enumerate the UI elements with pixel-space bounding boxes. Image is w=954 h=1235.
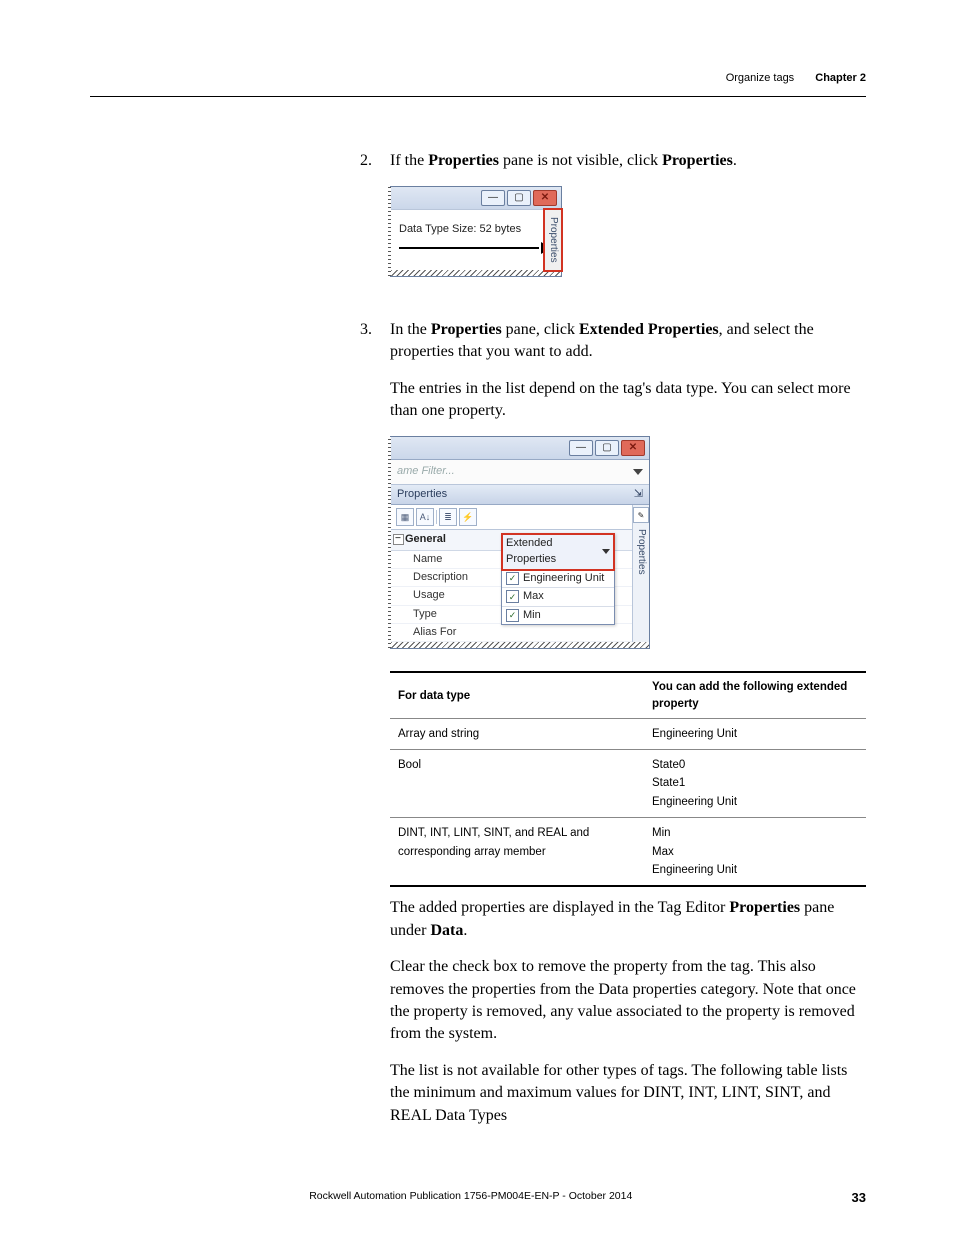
option-label: Max: [523, 589, 544, 604]
properties-panel-header: Properties ⇲: [391, 485, 649, 505]
option-label: Min: [523, 608, 541, 623]
maximize-button[interactable]: ▢: [507, 190, 531, 206]
datatype-table: For data type You can add the following …: [390, 671, 866, 887]
datatype-size-label: Data Type Size: 52 bytes: [399, 223, 521, 235]
window: — ▢ ✕ ame Filter... Properties ⇲: [390, 436, 650, 649]
header-section: Organize tags: [726, 72, 794, 84]
option-label: Engineering Unit: [523, 571, 604, 586]
torn-edge: [391, 270, 561, 276]
lightning-icon[interactable]: ⚡: [459, 508, 477, 526]
step-number: 2.: [348, 150, 372, 305]
properties-body: ▦ A↓ ≣ ⚡ General NameDescriptionUsageLoc…: [391, 505, 649, 642]
properties-tab[interactable]: Properties: [543, 208, 563, 271]
step-2: 2. If the Properties pane is not visible…: [348, 150, 866, 305]
properties-toolbar: ▦ A↓ ≣ ⚡: [391, 505, 632, 530]
close-button[interactable]: ✕: [533, 190, 557, 206]
minimize-button[interactable]: —: [481, 190, 505, 206]
arrow-icon: [399, 242, 553, 254]
table-row: Array and stringEngineering Unit: [390, 718, 866, 749]
figure-properties-pane: — ▢ ✕ ame Filter... Properties ⇲: [390, 436, 866, 649]
header-chapter: Chapter 2: [815, 72, 866, 84]
paragraph: The added properties are displayed in th…: [390, 897, 866, 942]
cell-extprop: State0State1Engineering Unit: [644, 750, 866, 818]
step-number: 3.: [348, 319, 372, 1141]
dropdown-option[interactable]: ✓ Max: [502, 588, 614, 606]
properties-sidebar: ✎ Properties: [633, 505, 649, 642]
cell-extprop: Engineering Unit: [644, 718, 866, 749]
table-row: DINT, INT, LINT, SINT, and REAL and corr…: [390, 818, 866, 887]
cell-datatype: Bool: [390, 750, 644, 818]
properties-tab[interactable]: Properties: [634, 529, 648, 575]
torn-edge: [391, 642, 649, 648]
page-header: Organize tags Chapter 2: [90, 72, 866, 84]
close-button[interactable]: ✕: [621, 440, 645, 456]
window-body: Data Type Size: 52 bytes Properties: [391, 209, 561, 269]
property-row[interactable]: Alias For: [391, 624, 632, 642]
paragraph: Clear the check box to remove the proper…: [390, 956, 866, 1046]
header-rule: [90, 96, 866, 97]
checkbox[interactable]: ✓: [506, 609, 519, 622]
table-header-datatype: For data type: [390, 672, 644, 718]
window-buttons: — ▢ ✕: [391, 187, 561, 209]
content: 2. If the Properties pane is not visible…: [348, 150, 866, 1155]
page-number: 33: [852, 1190, 866, 1205]
sort-az-icon[interactable]: A↓: [416, 508, 434, 526]
checkbox[interactable]: ✓: [506, 572, 519, 585]
chevron-down-icon: [602, 549, 610, 554]
table-row: BoolState0State1Engineering Unit: [390, 750, 866, 818]
figure-properties-tab: — ▢ ✕ Data Type Size: 52 bytes Propertie…: [390, 186, 866, 276]
property-value[interactable]: [527, 624, 632, 641]
property-label: Alias For: [391, 624, 527, 641]
maximize-button[interactable]: ▢: [595, 440, 619, 456]
step-3: 3. In the Properties pane, click Extende…: [348, 319, 866, 1141]
page-footer: Rockwell Automation Publication 1756-PM0…: [90, 1190, 866, 1205]
sidebar-new-icon[interactable]: ✎: [633, 507, 649, 523]
cell-extprop: MinMaxEngineering Unit: [644, 818, 866, 887]
table-header-extprop: You can add the following extended prope…: [644, 672, 866, 718]
page: Organize tags Chapter 2 2. If the Proper…: [0, 0, 954, 1235]
list-icon[interactable]: ≣: [439, 508, 457, 526]
minimize-button[interactable]: —: [569, 440, 593, 456]
cell-datatype: DINT, INT, LINT, SINT, and REAL and corr…: [390, 818, 644, 887]
categorize-icon[interactable]: ▦: [396, 508, 414, 526]
window-buttons: — ▢ ✕: [391, 437, 649, 460]
publication-id: Rockwell Automation Publication 1756-PM0…: [90, 1190, 852, 1205]
extended-properties-dropdown: Extended Properties ✓ Engineering Unit ✓ Ma…: [501, 533, 615, 625]
name-filter-input[interactable]: ame Filter...: [391, 460, 649, 484]
dropdown-option[interactable]: ✓ Engineering Unit: [502, 570, 614, 588]
dropdown-option[interactable]: ✓ Min: [502, 607, 614, 624]
window: — ▢ ✕ Data Type Size: 52 bytes Propertie…: [390, 186, 562, 276]
pin-icon[interactable]: ⇲: [634, 487, 643, 502]
step3-note: The entries in the list depend on the ta…: [390, 378, 866, 423]
step-body: In the Properties pane, click Extended P…: [390, 319, 866, 1141]
extended-properties-button[interactable]: Extended Properties: [502, 534, 614, 570]
chevron-down-icon: [633, 469, 643, 475]
cell-datatype: Array and string: [390, 718, 644, 749]
paragraph: The list is not available for other type…: [390, 1060, 866, 1127]
step-body: If the Properties pane is not visible, c…: [390, 150, 866, 305]
checkbox[interactable]: ✓: [506, 590, 519, 603]
